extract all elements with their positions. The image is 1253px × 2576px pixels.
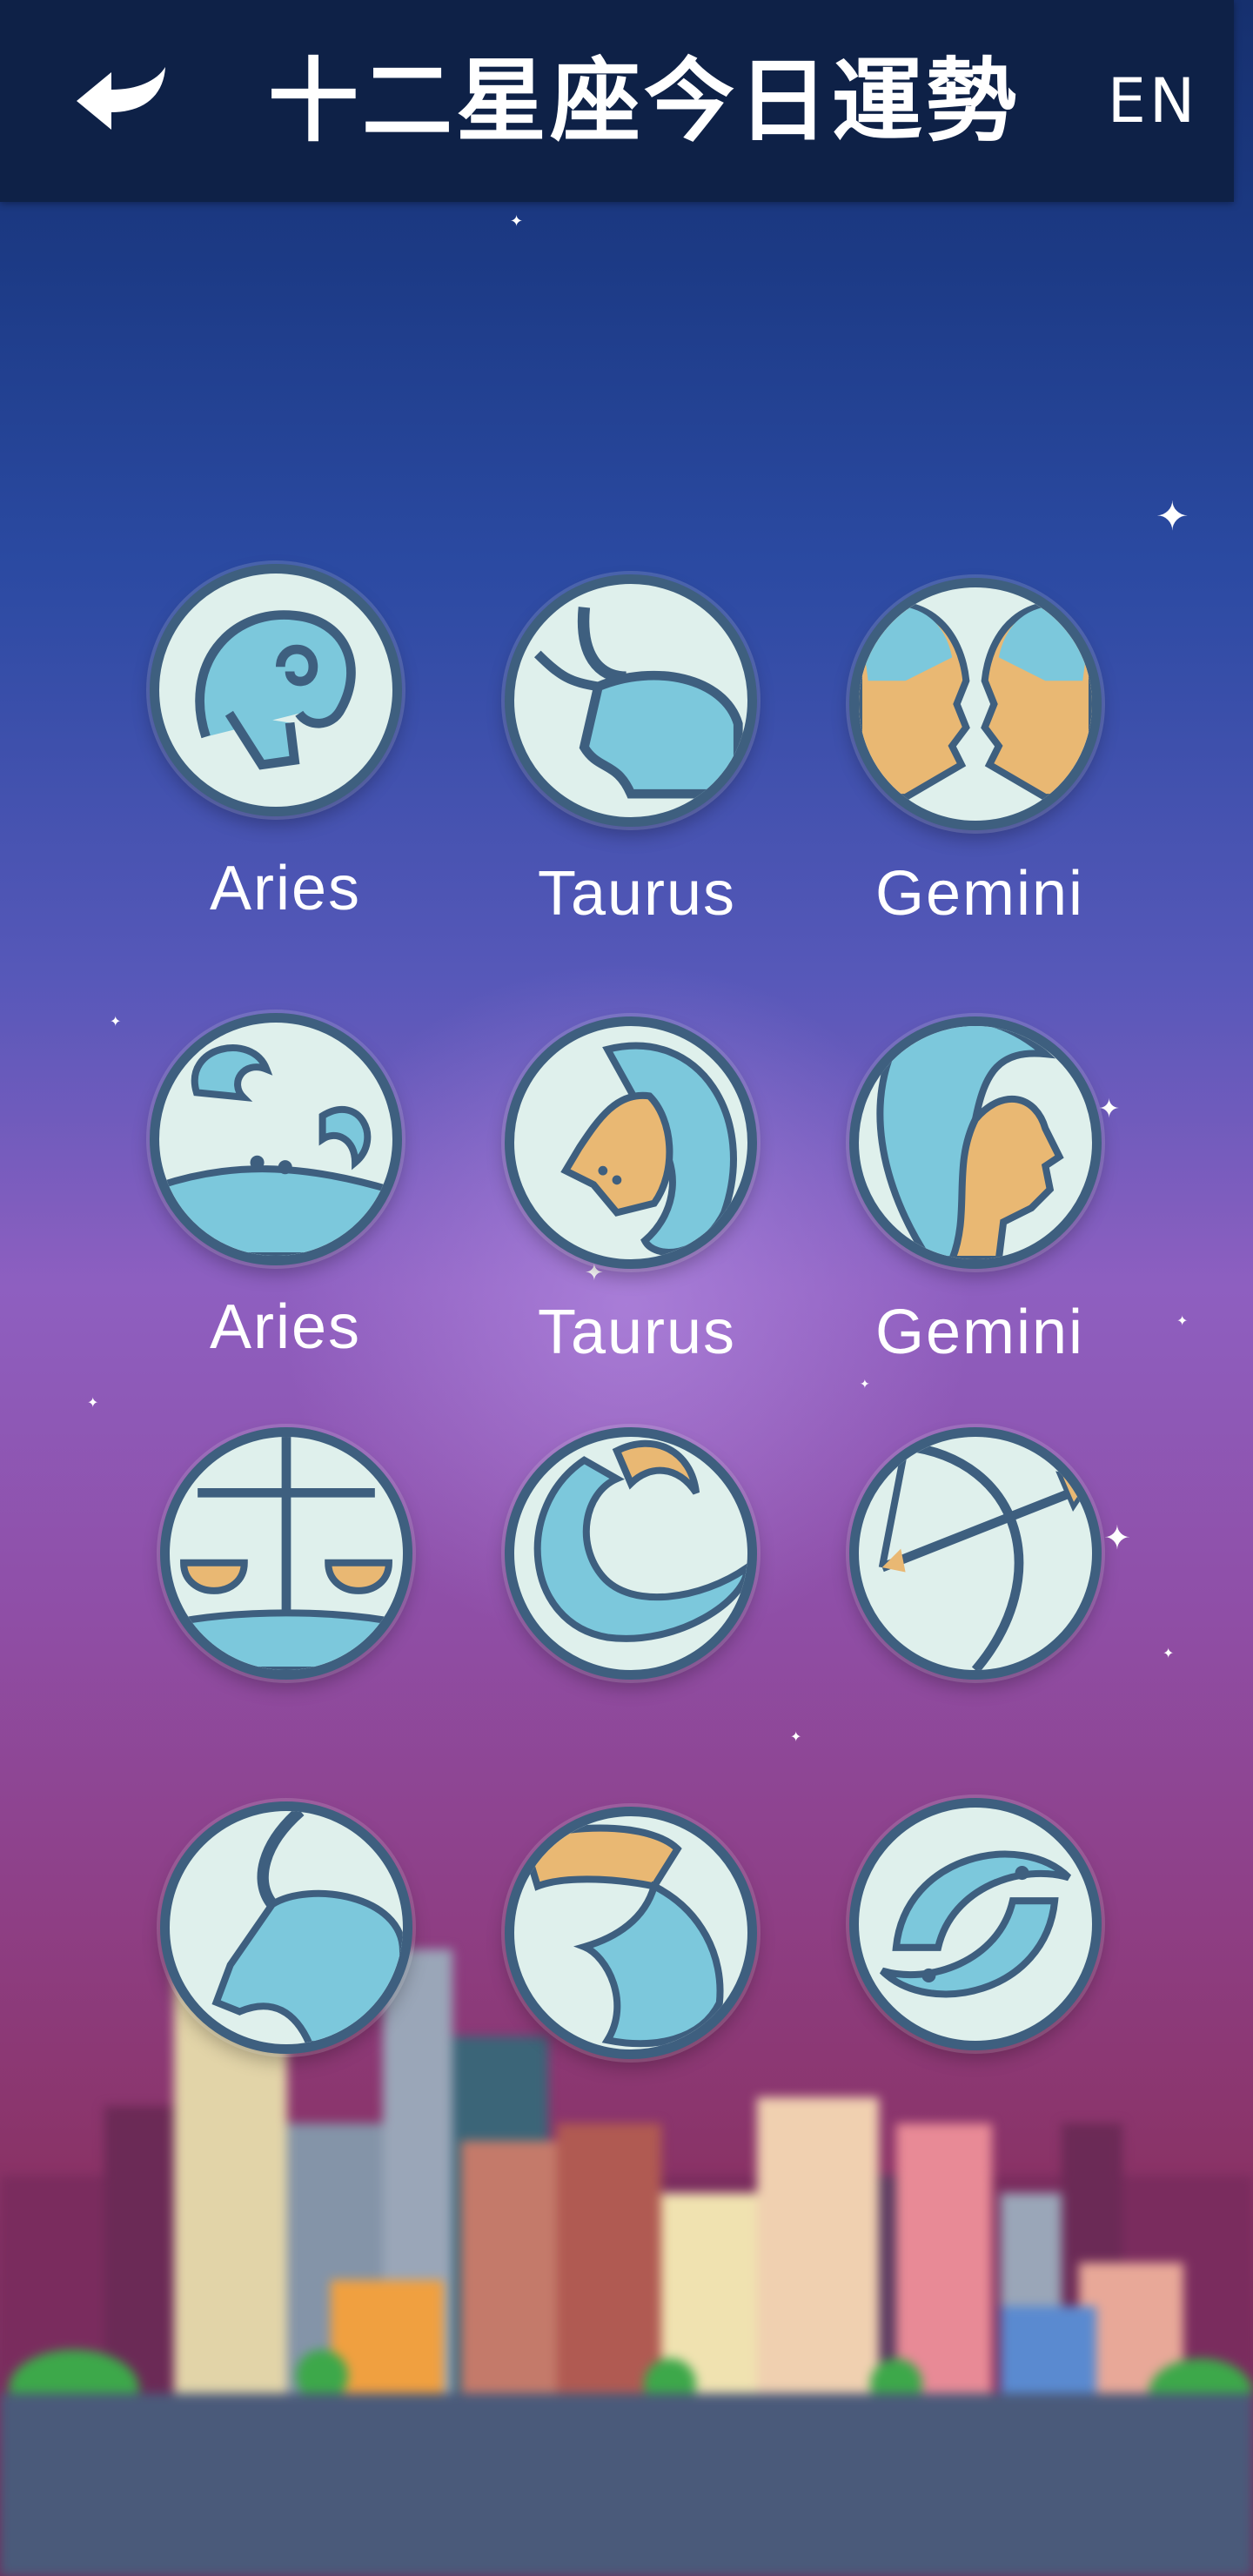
- star-icon: ✦: [87, 1394, 99, 1411]
- cancer-crab-icon: [150, 1013, 402, 1265]
- zodiac-tile-leo[interactable]: [496, 1016, 774, 1304]
- zodiac-label: Gemini: [874, 859, 1085, 929]
- capricorn-goat-icon: [160, 1801, 412, 2054]
- zodiac-tile-gemini[interactable]: [841, 578, 1119, 865]
- zodiac-tile-cancer[interactable]: [141, 1013, 419, 1300]
- back-arrow-icon: [77, 67, 165, 130]
- zodiac-tile-taurus[interactable]: [496, 574, 774, 862]
- zodiac-label: Taurus: [537, 859, 737, 929]
- sagittarius-archer-icon: [849, 1427, 1102, 1680]
- zodiac-tile-aries[interactable]: [141, 564, 419, 851]
- star-icon: ✦: [110, 1013, 122, 1030]
- back-button[interactable]: [61, 49, 183, 153]
- star-icon: ✦: [790, 1728, 802, 1745]
- star-icon: ✦: [510, 212, 524, 231]
- scorpio-scorpion-icon: [505, 1427, 757, 1680]
- gemini-twins-icon: [849, 578, 1102, 830]
- libra-scales-icon: [160, 1427, 412, 1680]
- zodiac-label: Aries: [209, 1292, 362, 1362]
- virgo-maiden-icon: [849, 1016, 1102, 1269]
- pisces-fish-icon: [849, 1798, 1102, 2050]
- star-icon: ✦: [1176, 1312, 1189, 1329]
- zodiac-tile-libra[interactable]: [151, 1427, 430, 1714]
- leo-lion-icon: [505, 1016, 757, 1269]
- top-app-bar: 十二星座今日運勢 EN: [0, 0, 1234, 202]
- zodiac-tile-scorpio[interactable]: [496, 1427, 774, 1714]
- zodiac-label: Aries: [209, 854, 362, 923]
- aries-ram-icon: [150, 564, 402, 816]
- taurus-bull-icon: [505, 574, 757, 827]
- page-title: 十二星座今日運勢: [267, 48, 1020, 154]
- aquarius-water-bearer-icon: [505, 1807, 757, 2059]
- star-icon: ✦: [860, 1378, 870, 1392]
- zodiac-label: Gemini: [874, 1298, 1085, 1367]
- zodiac-tile-sagittarius[interactable]: [841, 1427, 1119, 1714]
- zodiac-tile-pisces[interactable]: [841, 1798, 1119, 2085]
- language-toggle-button[interactable]: EN: [1096, 57, 1209, 144]
- zodiac-label: Taurus: [537, 1298, 737, 1367]
- star-icon: ✦: [1163, 1645, 1175, 1661]
- zodiac-tile-capricorn[interactable]: [151, 1801, 430, 2089]
- star-icon: ✦: [1156, 493, 1189, 540]
- zodiac-tile-aquarius[interactable]: [496, 1807, 774, 2094]
- zodiac-tile-virgo[interactable]: [841, 1016, 1119, 1304]
